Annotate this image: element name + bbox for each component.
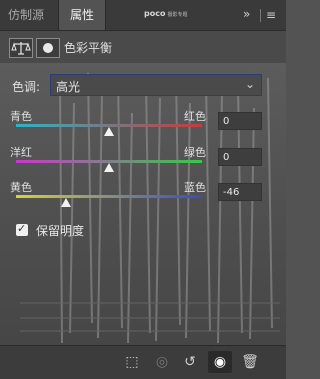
slider-cyan-red-thumb[interactable] (104, 127, 114, 136)
view-previous-icon[interactable]: ◎ (150, 351, 174, 373)
background-texture (20, 72, 280, 344)
reset-icon[interactable]: ↺ (178, 351, 202, 373)
slider-cyan-red-value[interactable]: 0 (218, 112, 262, 130)
slider-blue-label: 蓝色 (184, 181, 206, 194)
slider-red-label: 红色 (184, 110, 206, 123)
tone-value: 高光 (56, 80, 81, 94)
slider-magenta-green-value[interactable]: 0 (218, 148, 262, 166)
properties-panel: 仿制源 属性 poco 摄影专题 » ≡ 色彩平衡 色调: 高光 ⌄ 青色 红色… (0, 0, 286, 379)
tone-label: 色调: (12, 80, 41, 94)
tab-bar: 仿制源 属性 poco 摄影专题 » ≡ (0, 0, 286, 31)
slider-yellow-blue-value[interactable]: -46 (218, 183, 262, 201)
preserve-luminosity-checkbox[interactable]: ✓ (16, 222, 28, 236)
clip-to-layer-icon[interactable]: ⬚ (120, 351, 144, 373)
double-chevron-right-icon[interactable]: » (243, 7, 250, 21)
balance-scale-icon[interactable] (9, 38, 33, 58)
toolbar-divider (260, 9, 261, 22)
delete-trash-icon[interactable]: 🗑 (238, 351, 262, 373)
tone-dropdown[interactable]: 高光 ⌄ (50, 74, 262, 96)
watermark: poco 摄影专题 (144, 9, 188, 18)
adjustment-body: 色调: 高光 ⌄ 青色 红色 0 洋红 绿色 0 黄色 蓝色 -46 ✓ 保留明… (0, 63, 286, 345)
panel-footer: ⬚ ◎ ↺ ◉ 🗑 (0, 345, 286, 379)
checkmark-icon: ✓ (17, 222, 27, 235)
slider-magenta-label: 洋红 (10, 146, 32, 159)
slider-magenta-green-thumb[interactable] (104, 163, 114, 172)
chevron-down-icon: ⌄ (244, 77, 255, 91)
slider-green-label: 绿色 (184, 146, 206, 159)
visibility-eye-icon[interactable]: ◉ (208, 351, 232, 373)
slider-yellow-blue-track[interactable] (16, 195, 202, 198)
menu-icon[interactable]: ≡ (266, 8, 276, 22)
adjustment-title: 色彩平衡 (64, 41, 113, 55)
tab-clone-source[interactable]: 仿制源 (8, 0, 44, 30)
tab-properties[interactable]: 属性 (58, 0, 106, 30)
preserve-luminosity-label: 保留明度 (36, 224, 85, 238)
slider-yellow-blue-thumb[interactable] (61, 198, 72, 207)
slider-cyan-label: 青色 (10, 110, 32, 123)
slider-yellow-label: 黄色 (10, 181, 32, 194)
adjustment-header: 色彩平衡 (0, 31, 286, 63)
layer-mask-icon[interactable] (36, 38, 60, 58)
